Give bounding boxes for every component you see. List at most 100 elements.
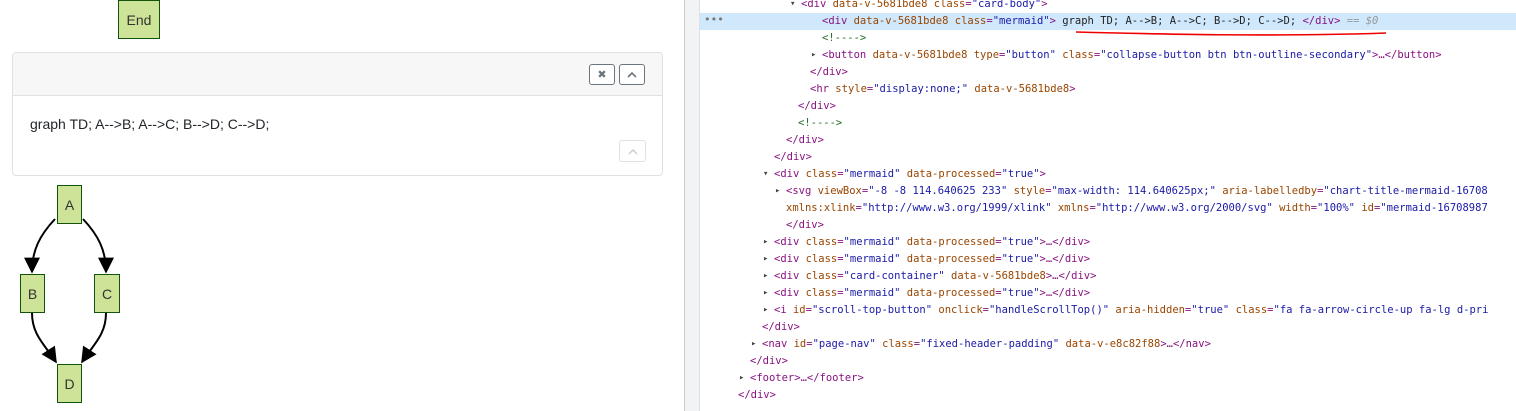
dom-line-content: </div> (750, 353, 788, 370)
dom-line-content: </div> (786, 217, 824, 234)
dom-line[interactable]: </div> (700, 387, 1516, 404)
token-val: "true" (1001, 168, 1040, 180)
token-val: "mermaid-16708987 (1380, 202, 1488, 214)
token-attr: id (1361, 202, 1374, 214)
dom-line-content: <div class="mermaid" data-processed="tru… (774, 166, 1046, 183)
token-attr: data-v-e8c82f88 (1065, 338, 1161, 350)
node-a: A (57, 185, 82, 224)
dom-line[interactable]: </div> (700, 319, 1516, 336)
token-attr: data-v-5681bde8 (853, 15, 955, 27)
token-val: "chart-title-mermaid-16708 (1323, 185, 1488, 197)
token-val: "mermaid" (992, 15, 1050, 27)
dom-line[interactable]: </div> (700, 353, 1516, 370)
collapsed-triangle-icon[interactable]: ▸ (763, 302, 768, 319)
token-attr: aria-labelledby (1222, 185, 1318, 197)
token-val: "true" (1191, 304, 1236, 316)
token-tag: <div (822, 15, 854, 27)
token-attr: id (792, 304, 806, 316)
dom-line[interactable]: ▸ <div class="mermaid" data-processed="tr… (700, 234, 1516, 251)
dom-line-selected[interactable]: <div data-v-5681bde8 class="mermaid"> gr… (700, 13, 1516, 30)
token-tag: >…</div> (1039, 287, 1091, 299)
collapsed-triangle-icon[interactable]: ▸ (763, 234, 768, 251)
expanded-triangle-icon[interactable]: ▾ (763, 166, 768, 183)
dom-line[interactable]: </div> (700, 98, 1516, 115)
token-tag: <hr (810, 83, 836, 95)
token-val: "http://www.w3.org/1999/xlink" (861, 202, 1058, 214)
dom-line[interactable]: ▸ <svg viewBox="-8 -8 114.640625 233" sty… (700, 183, 1516, 200)
dom-line-content: <div class="mermaid" data-processed="tru… (774, 285, 1090, 302)
dom-line[interactable]: ▸ <div class="mermaid" data-processed="tr… (700, 285, 1516, 302)
token-val: "true" (1001, 236, 1040, 248)
token-val: "handleScrollTop()" (988, 304, 1116, 316)
dom-line[interactable]: ▸ <i id="scroll-top-button" onclick="hand… (700, 302, 1516, 319)
collapsed-triangle-icon[interactable]: ▸ (811, 47, 816, 64)
token-tag: >…</nav> (1160, 338, 1211, 350)
dom-line-content: <div class="card-container" data-v-5681b… (774, 268, 1096, 285)
token-val: "mermaid" (843, 287, 907, 299)
token-attr: style (1013, 185, 1046, 197)
token-txt: graph TD; A-->B; A-->C; B-->D; C-->D; (1062, 15, 1303, 27)
token-tag: >…</button> (1372, 49, 1442, 61)
edge-c-d (81, 312, 107, 364)
end-node: End (118, 0, 160, 39)
collapse-button[interactable] (619, 140, 646, 162)
collapsed-triangle-icon[interactable]: ▸ (763, 268, 768, 285)
token-tag: <div (774, 287, 806, 299)
collapsed-triangle-icon[interactable]: ▸ (739, 370, 744, 387)
dom-line[interactable]: ▸ <div class="card-container" data-v-5681… (700, 268, 1516, 285)
dom-line[interactable]: ▸ <div class="mermaid" data-processed="tr… (700, 251, 1516, 268)
chevron-up-icon (627, 71, 637, 78)
dom-line-content: </div> (774, 149, 812, 166)
more-options-icon[interactable]: ••• (704, 13, 724, 26)
token-attr: onclick (938, 304, 983, 316)
dom-line-content: <div data-v-5681bde8 class="card-body"> (801, 0, 1048, 13)
card-header: ✖ (13, 53, 662, 96)
token-tag: <button (822, 49, 873, 61)
dom-line[interactable]: </div> (700, 149, 1516, 166)
token-tag: > (1039, 168, 1046, 180)
token-attr: data-processed (906, 236, 996, 248)
pane-divider[interactable] (684, 0, 700, 411)
dom-line[interactable]: ▾ <div data-v-5681bde8 class="card-body"> (700, 0, 1516, 13)
collapse-header-button[interactable] (619, 64, 645, 85)
token-val: "display:none;" (873, 83, 975, 95)
dom-line[interactable]: <!----> (700, 115, 1516, 132)
dom-line-content: </div> (786, 132, 824, 149)
token-val: "-8 -8 114.640625 233" (868, 185, 1014, 197)
dom-line[interactable]: ▸ <button data-v-5681bde8 type="button" c… (700, 47, 1516, 64)
token-val: "scroll-top-button" (811, 304, 939, 316)
edge-a-b (24, 218, 56, 274)
dom-line-content: <i id="scroll-top-button" onclick="handl… (774, 302, 1488, 319)
collapsed-triangle-icon[interactable]: ▸ (751, 336, 756, 353)
dom-line-content: xmlns:xlink="http://www.w3.org/1999/xlin… (786, 200, 1488, 217)
token-tag: >…</div> (1045, 270, 1097, 282)
token-val: "mermaid" (843, 168, 907, 180)
dom-line[interactable]: ▸ <nav id="page-nav" class="fixed-header-… (700, 336, 1516, 353)
token-attr: width (1279, 202, 1311, 214)
token-dim: == $0 (1340, 15, 1379, 27)
dom-line-content: </div> (798, 98, 836, 115)
close-button[interactable]: ✖ (589, 64, 615, 85)
collapsed-triangle-icon[interactable]: ▸ (763, 251, 768, 268)
dom-line[interactable]: xmlns:xlink="http://www.w3.org/1999/xlin… (700, 200, 1516, 217)
token-tag: > (1049, 15, 1063, 27)
token-val: "max-width: 114.640625px;" (1051, 185, 1223, 197)
token-val: "collapse-button btn btn-outline-seconda… (1100, 49, 1373, 61)
token-attr: data-processed (906, 253, 996, 265)
collapsed-triangle-icon[interactable]: ▸ (763, 285, 768, 302)
collapsed-triangle-icon[interactable]: ▸ (775, 183, 780, 200)
expanded-triangle-icon[interactable]: ▾ (790, 0, 795, 13)
token-attr: id (793, 338, 807, 350)
token-attr: data-v-5681bde8 (974, 83, 1070, 95)
dom-line[interactable]: </div> (700, 64, 1516, 81)
dom-line[interactable]: <hr style="display:none;" data-v-5681bde… (700, 81, 1516, 98)
dom-line[interactable]: ▾ <div class="mermaid" data-processed="tr… (700, 166, 1516, 183)
token-val: "true" (1001, 253, 1040, 265)
dom-line[interactable]: ▸ <footer>…</footer> (700, 370, 1516, 387)
token-tag: >…</div> (1039, 253, 1091, 265)
dom-line[interactable]: </div> (700, 217, 1516, 234)
token-attr: class (1062, 49, 1094, 61)
dom-line[interactable]: </div> (700, 132, 1516, 149)
mermaid-source-card: ✖ graph TD; A-->B; A-->C; B-->D; C-->D; (12, 52, 663, 176)
token-tag: </div> (786, 134, 824, 146)
